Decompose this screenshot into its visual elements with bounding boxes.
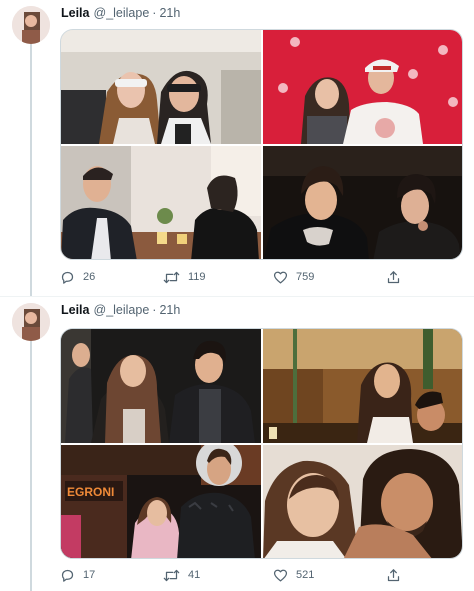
tweet-1[interactable]: Leila @_leilape · 21h 26 119 759 [0, 0, 474, 297]
tweet-actions: 17 41 521 [60, 565, 420, 585]
timestamp[interactable]: 21h [159, 6, 180, 20]
photo-1[interactable] [61, 329, 261, 443]
avatar[interactable] [12, 303, 50, 341]
display-name[interactable]: Leila [61, 303, 90, 317]
reply-button[interactable]: 17 [60, 565, 95, 585]
tweet-header: Leila @_leilape · 21h [61, 3, 180, 23]
photo-grid: EGRONI [60, 328, 463, 559]
retweet-count: 41 [188, 569, 201, 581]
photo-2[interactable] [263, 329, 462, 443]
heart-icon [273, 270, 288, 285]
display-name[interactable]: Leila [61, 6, 90, 20]
like-count: 521 [296, 569, 315, 581]
photo-grid [60, 29, 463, 260]
share-button[interactable] [386, 267, 401, 287]
tweet-header: Leila @_leilape · 21h [61, 300, 180, 320]
timestamp[interactable]: 21h [159, 303, 180, 317]
reply-count: 26 [83, 271, 96, 283]
retweet-count: 119 [188, 271, 206, 283]
separator-dot: · [152, 6, 157, 20]
retweet-icon [163, 270, 180, 285]
photo-2[interactable] [263, 30, 462, 144]
retweet-button[interactable]: 41 [163, 565, 200, 585]
reply-count: 17 [83, 569, 96, 581]
user-handle[interactable]: @_leilape [94, 303, 150, 317]
share-icon [386, 568, 401, 583]
thread-line [30, 339, 32, 591]
separator-dot: · [152, 303, 157, 317]
sign-text: EGRONI [67, 485, 114, 499]
tweet-actions: 26 119 759 [60, 267, 420, 287]
share-button[interactable] [386, 565, 401, 585]
photo-3[interactable]: EGRONI [61, 445, 261, 558]
share-icon [386, 270, 401, 285]
retweet-button[interactable]: 119 [163, 267, 206, 287]
avatar[interactable] [12, 6, 50, 44]
tweet-2[interactable]: Leila @_leilape · 21h EGRONI 17 41 521 [0, 297, 474, 591]
thread-line [30, 44, 32, 297]
like-button[interactable]: 521 [273, 565, 314, 585]
photo-4[interactable] [263, 445, 462, 558]
reply-icon [60, 270, 75, 285]
like-count: 759 [296, 271, 315, 283]
heart-icon [273, 568, 288, 583]
user-handle[interactable]: @_leilape [94, 6, 150, 20]
photo-3[interactable] [61, 146, 261, 259]
like-button[interactable]: 759 [273, 267, 314, 287]
photo-1[interactable] [61, 30, 261, 144]
reply-icon [60, 568, 75, 583]
reply-button[interactable]: 26 [60, 267, 95, 287]
retweet-icon [163, 568, 180, 583]
photo-4[interactable] [263, 146, 462, 259]
